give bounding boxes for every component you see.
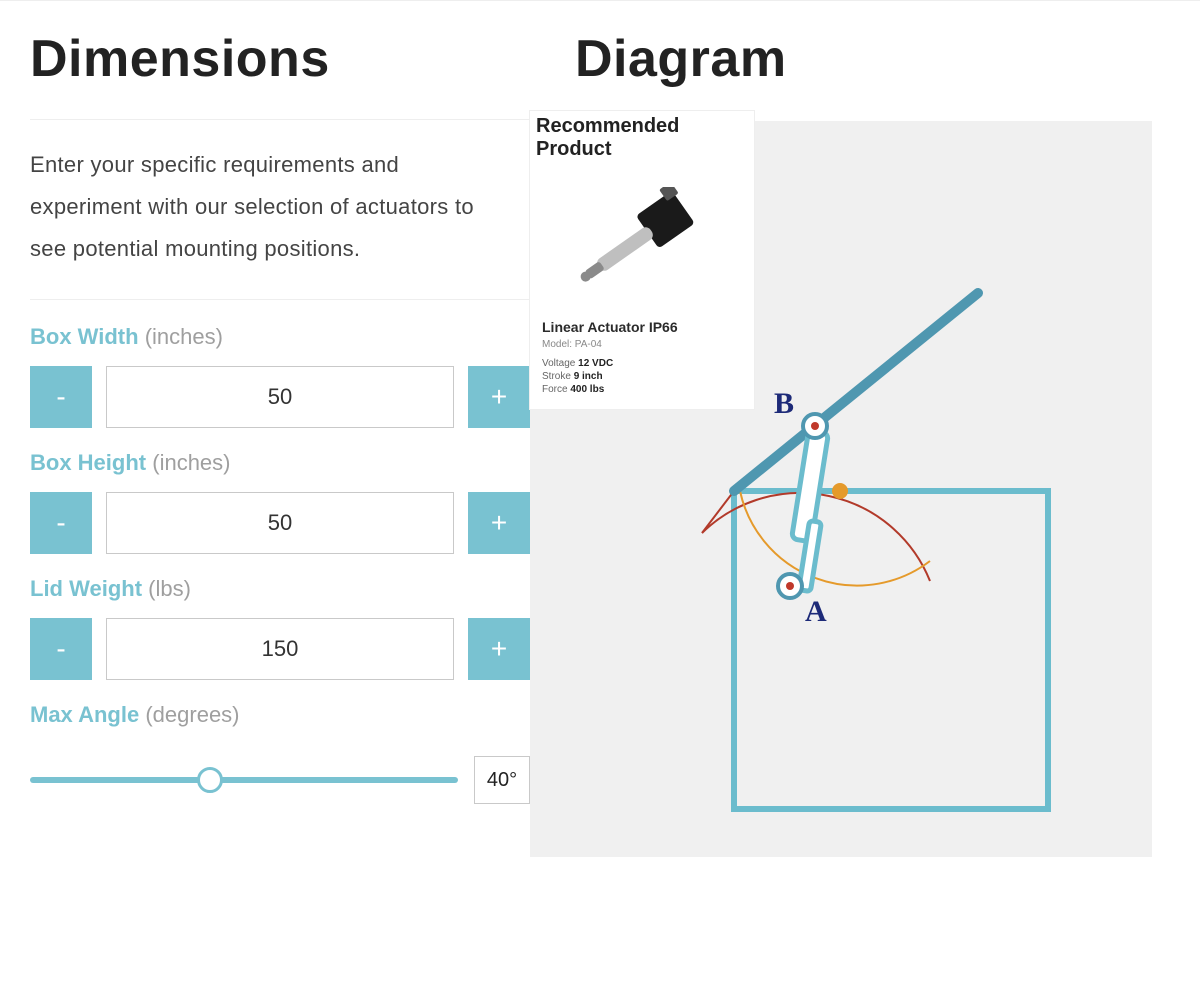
box-height-plus-button[interactable]: +	[468, 492, 530, 554]
actuator-icon	[792, 430, 829, 591]
box-height-label: Box Height (inches)	[30, 450, 530, 476]
divider	[30, 119, 530, 120]
lid-weight-stepper: - +	[30, 618, 530, 680]
label-b: B	[774, 387, 794, 420]
product-specs: Voltage 12 VDC Stroke 9 inch Force 400 l…	[530, 358, 754, 395]
point-b[interactable]	[803, 414, 827, 438]
box-width-label: Box Width (inches)	[30, 324, 530, 350]
max-angle-value: 40°	[474, 756, 530, 804]
lid-weight-input[interactable]	[106, 618, 454, 680]
lid-weight-minus-button[interactable]: -	[30, 618, 92, 680]
product-image	[530, 167, 754, 317]
box-outline	[734, 491, 1048, 809]
box-height-minus-button[interactable]: -	[30, 492, 92, 554]
max-angle-label: Max Angle (degrees)	[30, 702, 530, 728]
product-title: Linear Actuator IP66	[530, 317, 754, 337]
recommended-product-card[interactable]: Recommended Product Linear Actuator IP66…	[530, 111, 754, 409]
box-height-stepper: - +	[30, 492, 530, 554]
box-width-minus-button[interactable]: -	[30, 366, 92, 428]
box-height-input[interactable]	[106, 492, 454, 554]
max-angle-slider[interactable]	[30, 768, 458, 792]
divider	[30, 299, 530, 300]
lid-line	[734, 293, 978, 491]
label-a: A	[805, 595, 827, 628]
diagram-heading: Diagram	[575, 29, 1200, 89]
box-width-stepper: - +	[30, 366, 530, 428]
product-model: Model: PA-04	[530, 337, 754, 358]
point-a[interactable]	[778, 574, 802, 598]
lid-weight-label: Lid Weight (lbs)	[30, 576, 530, 602]
box-width-input[interactable]	[106, 366, 454, 428]
recommended-label: Recommended Product	[530, 111, 754, 167]
dimensions-heading: Dimensions	[30, 29, 530, 89]
box-width-plus-button[interactable]: +	[468, 366, 530, 428]
hinge-dot	[832, 483, 848, 499]
arc-orange	[740, 491, 930, 586]
actuator-product-icon	[562, 187, 722, 297]
lid-weight-plus-button[interactable]: +	[468, 618, 530, 680]
intro-text: Enter your specific requirements and exp…	[30, 144, 500, 269]
